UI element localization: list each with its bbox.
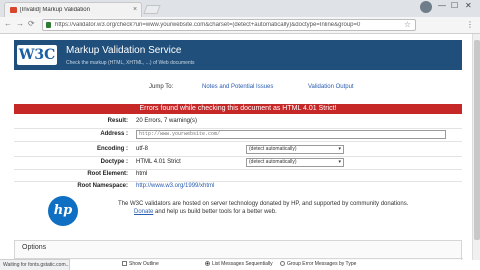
favicon-icon xyxy=(10,7,17,13)
encoding-select[interactable]: (detect automatically) ▾ xyxy=(246,145,344,154)
browser-tab[interactable]: [Invalid] Markup Validation × xyxy=(4,2,142,17)
group-by-type-option[interactable]: Group Error Messages by Type xyxy=(280,259,356,269)
result-label: Result: xyxy=(107,118,128,124)
tab-close-icon[interactable]: × xyxy=(133,6,137,13)
encoding-label: Encoding : xyxy=(97,146,128,152)
minimize-icon[interactable]: — xyxy=(438,1,446,10)
close-window-icon[interactable]: ✕ xyxy=(465,1,472,10)
result-row: Result: 20 Errors, 7 warning(s) xyxy=(14,116,462,127)
options-title[interactable]: Options xyxy=(22,244,46,251)
maximize-icon[interactable]: ☐ xyxy=(451,1,458,10)
donate-link[interactable]: Donate xyxy=(134,209,153,215)
root-element-row: Root Element: html xyxy=(14,169,462,180)
forward-icon[interactable]: → xyxy=(16,19,24,28)
doctype-select[interactable]: (detect automatically) ▾ xyxy=(246,158,344,167)
address-row: Address : http://www.yourwebsite.com/ xyxy=(14,129,462,140)
doctype-value: HTML 4.01 Strict xyxy=(136,159,181,165)
root-namespace-row: Root Namespace: http://www.w3.org/1999/x… xyxy=(14,181,462,192)
reload-icon[interactable]: ⟳ xyxy=(28,19,35,28)
jump-link-validation-output[interactable]: Validation Output xyxy=(308,84,354,90)
scrollbar-thumb[interactable] xyxy=(474,40,480,240)
list-sequential-option[interactable]: List Messages Sequentially xyxy=(205,259,273,269)
page-subtitle: Check the markup (HTML, XHTML, ...) of W… xyxy=(66,60,195,66)
encoding-value: utf-8 xyxy=(136,146,149,152)
tab-title: [Invalid] Markup Validation xyxy=(20,7,90,13)
back-icon[interactable]: ← xyxy=(4,19,12,28)
options-panel: Options xyxy=(14,240,463,260)
page-title: Markup Validation Service xyxy=(66,45,182,56)
doctype-row: Doctype : HTML 4.01 Strict (detect autom… xyxy=(14,157,462,168)
doctype-select-value: (detect automatically) xyxy=(249,159,297,165)
browser-tab-bar: [Invalid] Markup Validation × — ☐ ✕ xyxy=(0,0,480,17)
address-input[interactable]: http://www.yourwebsite.com/ xyxy=(136,130,446,139)
encoding-select-value: (detect automatically) xyxy=(249,146,297,152)
page-content: W3C Markup Validation Service Check the … xyxy=(0,34,472,260)
show-outline-checkbox[interactable] xyxy=(122,261,127,267)
root-namespace-link[interactable]: http://www.w3.org/1999/xhtml xyxy=(136,181,214,192)
url-text: https://validator.w3.org/check?uri=www.y… xyxy=(55,22,361,28)
doctype-label: Doctype : xyxy=(100,159,128,165)
profile-avatar[interactable] xyxy=(420,1,432,13)
show-outline-label: Show Outline xyxy=(129,261,159,267)
w3c-logo[interactable]: W3C xyxy=(17,45,57,65)
show-outline-option[interactable]: Show Outline xyxy=(122,259,159,269)
encoding-row: Encoding : utf-8 (detect automatically) … xyxy=(14,144,462,155)
browser-toolbar: ← → ⟳ https://validator.w3.org/check?uri… xyxy=(0,17,480,34)
group-by-type-label: Group Error Messages by Type xyxy=(287,261,357,267)
sponsor-text-2: Donate and help us build better tools fo… xyxy=(134,209,277,215)
browser-menu-icon[interactable]: ⋮ xyxy=(466,20,474,29)
group-by-type-radio[interactable] xyxy=(280,261,285,267)
jump-to-label: Jump To: xyxy=(149,84,174,90)
chevron-down-icon: ▾ xyxy=(338,159,341,165)
jump-link-notes[interactable]: Notes and Potential Issues xyxy=(202,84,273,90)
w3c-header: W3C Markup Validation Service Check the … xyxy=(14,40,462,70)
chevron-down-icon: ▾ xyxy=(338,146,341,152)
list-sequential-radio[interactable] xyxy=(205,261,210,267)
error-banner: Errors found while checking this documen… xyxy=(14,104,462,114)
bookmark-star-icon[interactable]: ☆ xyxy=(404,20,411,29)
lock-icon xyxy=(46,22,51,28)
root-element-label: Root Element: xyxy=(87,171,128,177)
divider xyxy=(14,141,462,142)
status-bar: Waiting for fonts.gstatic.com... xyxy=(0,259,70,270)
hp-logo[interactable]: hp xyxy=(48,196,78,226)
root-namespace-label: Root Namespace: xyxy=(77,183,128,189)
address-label: Address : xyxy=(100,131,128,137)
result-value: 20 Errors, 7 warning(s) xyxy=(136,118,198,124)
address-bar[interactable]: https://validator.w3.org/check?uri=www.y… xyxy=(42,19,416,31)
scrollbar[interactable] xyxy=(472,34,480,260)
root-element-value: html xyxy=(136,171,148,177)
list-sequential-label: List Messages Sequentially xyxy=(212,261,273,267)
new-tab-button[interactable] xyxy=(143,5,161,14)
sponsor-text: The W3C validators are hosted on server … xyxy=(118,201,409,207)
sponsor-text-rest: and help us build better tools for a bet… xyxy=(155,209,277,215)
